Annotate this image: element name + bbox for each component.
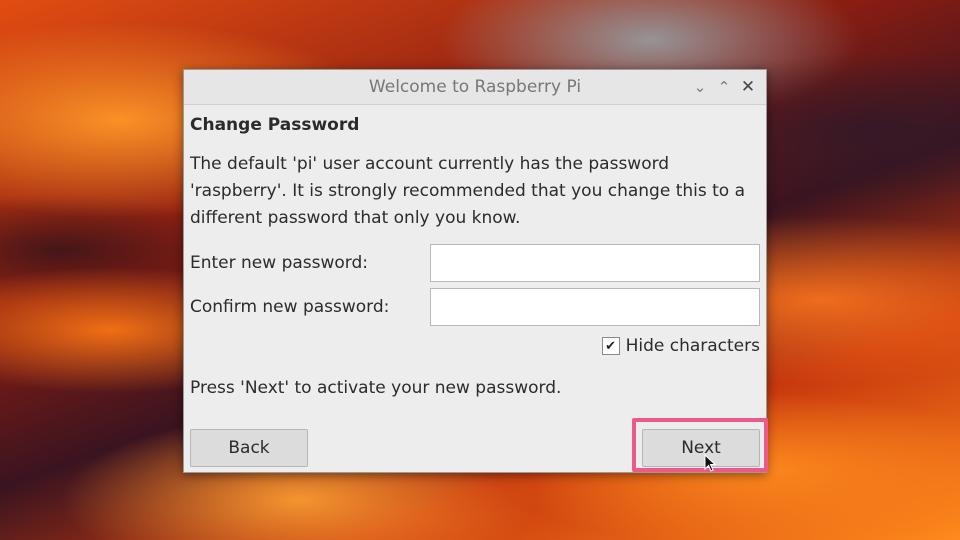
checkmark-icon: ✔ — [605, 338, 617, 354]
back-button[interactable]: Back — [190, 429, 308, 467]
close-icon[interactable]: ✕ — [736, 75, 760, 99]
next-button-highlight — [632, 418, 768, 472]
confirm-password-field[interactable] — [430, 288, 760, 326]
dialog-content: Change Password The default 'pi' user ac… — [184, 105, 766, 408]
confirm-password-label: Confirm new password: — [190, 297, 390, 317]
hide-characters-checkbox[interactable]: ✔ — [601, 337, 620, 355]
new-password-field[interactable] — [430, 244, 760, 282]
chevron-up-icon[interactable]: ⌃ — [712, 75, 736, 99]
new-password-row: Enter new password: — [190, 244, 760, 282]
page-heading: Change Password — [190, 115, 360, 135]
title-bar[interactable]: Welcome to Raspberry Pi ⌄ ⌃ ✕ — [184, 70, 766, 105]
welcome-dialog: Welcome to Raspberry Pi ⌄ ⌃ ✕ Change Pas… — [183, 69, 767, 473]
window-title: Welcome to Raspberry Pi — [368, 77, 582, 97]
new-password-label: Enter new password: — [190, 253, 369, 273]
hide-characters-row[interactable]: ✔ Hide characters — [190, 336, 760, 356]
chevron-down-icon[interactable]: ⌄ — [688, 75, 712, 99]
confirm-password-row: Confirm new password: — [190, 288, 760, 326]
mouse-pointer-icon — [704, 454, 716, 472]
hide-characters-label[interactable]: Hide characters — [626, 336, 760, 356]
instruction-text: Press 'Next' to activate your new passwo… — [190, 378, 562, 398]
window-controls: ⌄ ⌃ ✕ — [688, 70, 760, 104]
description-text: The default 'pi' user account currently … — [190, 154, 746, 228]
